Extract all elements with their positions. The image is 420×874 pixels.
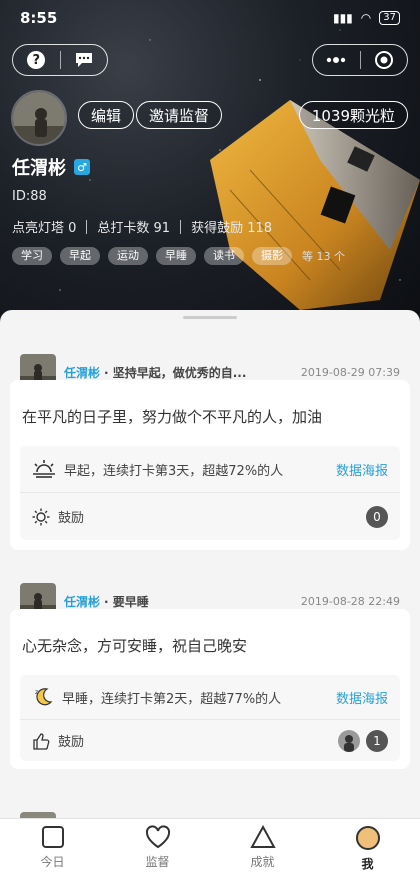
status-bar: 8:55 ▮▮▮ ◠ 37 (0, 0, 420, 36)
post-card: 在平凡的日子里，努力做个不平凡的人，加油 早起，连续打卡第3天，超越72%的人 … (10, 380, 410, 550)
profile-name: 任渭彬 (12, 158, 66, 179)
post-author[interactable]: 任渭彬 (64, 364, 100, 381)
more-menu-button[interactable] (313, 45, 360, 75)
points-button[interactable]: 1039颗光粒 (298, 101, 408, 129)
triangle-icon (249, 825, 276, 848)
help-message-capsule: ? (12, 44, 108, 76)
signal-icon: ▮▮▮ (332, 11, 353, 25)
male-gender-icon: ♂ (74, 159, 90, 175)
post-time: 2019-08-29 07:39 (300, 365, 400, 379)
tab-achievement[interactable]: 成就 (210, 819, 315, 874)
post-goal[interactable]: · 坚持早起，做优秀的自... (104, 364, 246, 381)
tab-label: 监督 (145, 855, 170, 869)
post-text: 在平凡的日子里，努力做个不平凡的人，加油 (22, 408, 323, 426)
data-poster-link[interactable]: 数据海报 (336, 688, 388, 707)
thumbs-up-icon[interactable] (32, 732, 50, 750)
post-card: 心无杂念，方可安睡，祝自己晚安 z 早睡，连续打卡第2天，超越77%的人 数据海… (10, 609, 410, 769)
data-poster-link[interactable]: 数据海报 (336, 460, 388, 479)
habit-tag[interactable]: 摄影 (252, 247, 292, 265)
bottom-tab-bar: 今日 监督 成就 我 (0, 818, 420, 874)
status-time: 8:55 (20, 9, 58, 27)
square-icon (41, 826, 64, 848)
question-icon: ? (27, 51, 46, 69)
post-author[interactable]: 任渭彬 (64, 593, 100, 610)
post-goal[interactable]: · 要早睡 (104, 593, 149, 610)
checkin-feed: 任渭彬 · 坚持早起，做优秀的自... 2019-08-29 07:39 在平凡… (0, 310, 420, 820)
help-button[interactable]: ? (13, 45, 60, 75)
habit-tags-more[interactable]: 等 13 个 (302, 248, 345, 264)
profile-stats: 点亮灯塔 0 总打卡数 91 获得鼓励 118 (12, 217, 272, 236)
checkin-summary: z 早睡，连续打卡第2天，超越77%的人 数据海报 鼓励 1 (20, 675, 400, 761)
habit-tags: 学习 早起 运动 早睡 读书 摄影 等 13 个 (12, 247, 345, 265)
cheer-row: 鼓励 1 (20, 720, 400, 761)
cheer-button[interactable]: 鼓励 (58, 507, 84, 526)
profile-id: ID:88 (12, 189, 47, 204)
habit-tag[interactable]: 运动 (108, 247, 148, 265)
post-text: 心无杂念，方可安睡，祝自己晚安 (22, 637, 248, 655)
svg-text:z: z (35, 689, 38, 696)
target-close-icon (374, 51, 393, 69)
stat-cheers[interactable]: 获得鼓励 118 (191, 217, 272, 236)
habit-tag[interactable]: 学习 (12, 247, 52, 265)
cheer-count[interactable]: 0 (366, 505, 388, 528)
cheerer-avatar[interactable] (338, 729, 360, 752)
checkin-text: 早起，连续打卡第3天，超越72%的人 (64, 463, 284, 479)
cheer-button[interactable]: 鼓励 (58, 731, 84, 750)
sun-cheer-icon[interactable] (32, 508, 50, 526)
wifi-icon: ◠ (360, 11, 372, 25)
tab-label: 我 (361, 857, 374, 871)
tab-supervise[interactable]: 监督 (105, 819, 210, 874)
more-dots-icon (327, 57, 346, 63)
checkin-summary: 早起，连续打卡第3天，超越72%的人 数据海报 鼓励 0 (20, 446, 400, 540)
profile-name-row: 任渭彬 ♂ (12, 154, 90, 180)
checkin-row: z 早睡，连续打卡第2天，超越77%的人 数据海报 (20, 675, 400, 719)
heart-icon (145, 825, 170, 849)
edit-profile-button[interactable]: 编辑 (78, 101, 135, 129)
tab-me[interactable]: 我 (315, 819, 420, 874)
sheet-drag-handle[interactable] (183, 316, 237, 319)
circle-avatar-icon (355, 826, 380, 850)
stat-lighthouses[interactable]: 点亮灯塔 0 (12, 217, 76, 236)
stat-checkins[interactable]: 总打卡数 91 (97, 217, 170, 236)
messages-button[interactable] (61, 45, 108, 75)
profile-header: 8:55 ▮▮▮ ◠ 37 ? 编辑 邀请监督 1039颗光粒 任渭彬 ♂ ID… (0, 0, 420, 330)
habit-tag[interactable]: 早起 (60, 247, 100, 265)
miniprogram-capsule (312, 44, 408, 76)
tab-label: 成就 (250, 855, 275, 869)
habit-tag[interactable]: 早睡 (156, 247, 196, 265)
tab-label: 今日 (40, 855, 65, 869)
chat-bubble-icon (75, 53, 92, 67)
post-time: 2019-08-28 22:49 (300, 594, 400, 608)
checkin-row: 早起，连续打卡第3天，超越72%的人 数据海报 (20, 446, 400, 492)
close-miniprogram-button[interactable] (361, 45, 408, 75)
checkin-text: 早睡，连续打卡第2天，超越77%的人 (62, 691, 282, 707)
tab-today[interactable]: 今日 (0, 819, 105, 874)
profile-avatar[interactable] (11, 90, 67, 146)
sunrise-icon (33, 460, 55, 478)
battery-indicator: 37 (379, 11, 400, 25)
habit-tag[interactable]: 读书 (204, 247, 244, 265)
cheer-row: 鼓励 0 (20, 493, 400, 540)
moon-icon: z (35, 688, 53, 706)
invite-supervise-button[interactable]: 邀请监督 (136, 101, 223, 129)
cheer-count[interactable]: 1 (366, 729, 388, 752)
